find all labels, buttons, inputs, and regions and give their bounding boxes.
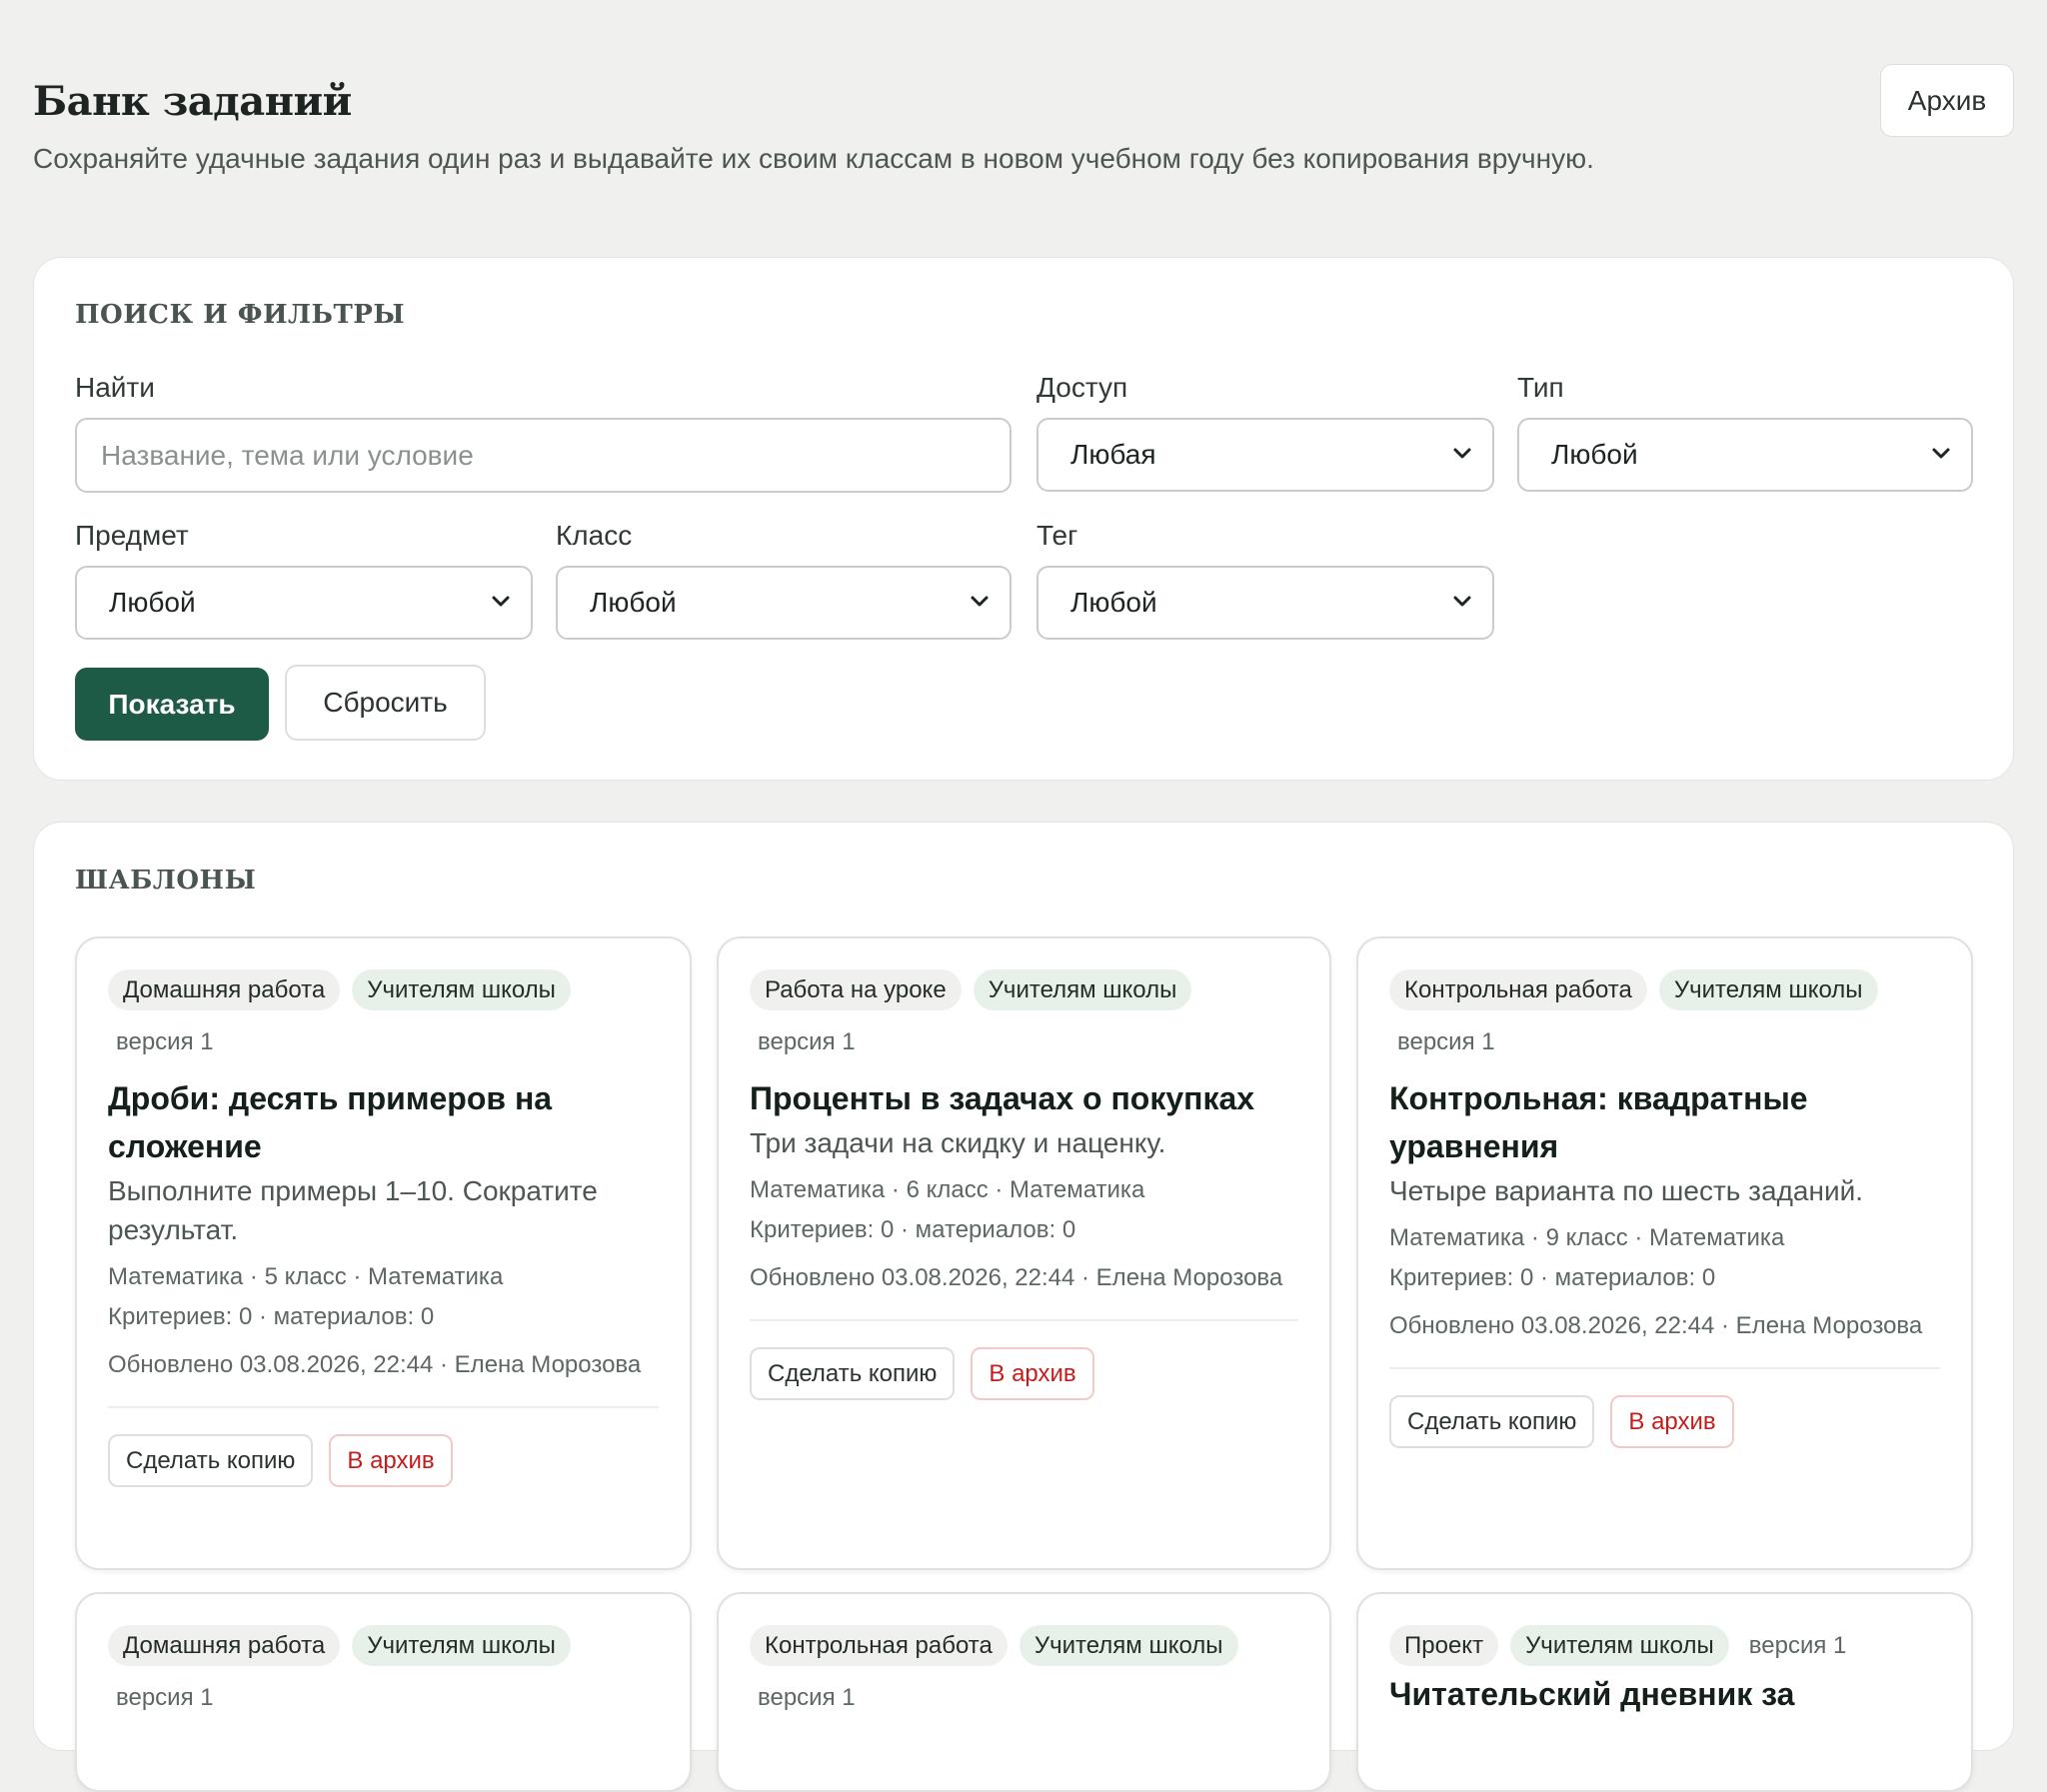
page-header: Банк заданий Сохраняйте удачные задания …	[33, 0, 2014, 255]
template-card: Домашняя работа Учителям школы версия 1	[75, 1592, 692, 1792]
access-tag: Учителям школы	[352, 1625, 571, 1666]
chevron-down-icon	[1453, 448, 1471, 459]
template-card: Домашняя работа Учителям школы версия 1 …	[75, 936, 692, 1570]
type-label: Тип	[1517, 372, 1564, 403]
archive-card-button[interactable]: В архив	[971, 1347, 1094, 1400]
page: Банк заданий Сохраняйте удачные задания …	[33, 0, 2014, 1792]
archive-button[interactable]: Архив	[1880, 64, 2014, 137]
card-tags: Контрольная работа Учителям школы версия…	[750, 1625, 1298, 1718]
archive-card-button[interactable]: В архив	[1610, 1395, 1734, 1448]
type-tag: Контрольная работа	[750, 1625, 1008, 1666]
type-select[interactable]: Любой	[1517, 418, 1973, 492]
subject-select-value: Любой	[109, 587, 196, 618]
type-tag: Контрольная работа	[1389, 969, 1647, 1010]
access-select-value: Любая	[1070, 439, 1156, 470]
card-meta: Математика · 6 класс · Математика	[750, 1176, 1145, 1203]
access-tag: Учителям школы	[352, 969, 571, 1010]
card-counts: Критериев: 0 · материалов: 0	[1389, 1264, 1716, 1291]
chevron-down-icon	[1932, 448, 1950, 459]
card-tags: Работа на уроке Учителям школы версия 1	[750, 969, 1298, 1062]
reset-button[interactable]: Сбросить	[285, 665, 486, 741]
card-counts: Критериев: 0 · материалов: 0	[108, 1303, 435, 1330]
card-tags: Домашняя работа Учителям школы версия 1	[108, 969, 659, 1062]
card-divider	[750, 1319, 1298, 1321]
card-title[interactable]: Проценты в задачах о покупках	[750, 1074, 1298, 1122]
card-title[interactable]: Контрольная: квадратные уравнения	[1389, 1074, 1940, 1170]
page-title: Банк заданий	[33, 78, 352, 125]
version-label: версия 1	[116, 1683, 214, 1711]
chevron-down-icon	[1453, 596, 1471, 607]
card-updated: Обновлено 03.08.2026, 22:44 · Елена Моро…	[750, 1264, 1283, 1291]
card-description: Четыре варианта по шесть заданий.	[1389, 1175, 1864, 1206]
access-tag: Учителям школы	[1019, 1625, 1238, 1666]
version-label: версия 1	[758, 1683, 856, 1711]
copy-button[interactable]: Сделать копию	[750, 1347, 956, 1400]
card-description: Выполните примеры 1–10. Сократите резуль…	[108, 1175, 598, 1245]
access-tag: Учителям школы	[973, 969, 1192, 1010]
card-actions: Сделать копию В архив	[1389, 1395, 1940, 1448]
version-label: версия 1	[116, 1027, 214, 1055]
copy-button[interactable]: Сделать копию	[1389, 1395, 1595, 1448]
access-tag: Учителям школы	[1658, 969, 1878, 1010]
card-divider	[108, 1406, 659, 1408]
template-card: Контрольная работа Учителям школы версия…	[717, 1592, 1331, 1792]
card-title[interactable]: Читательский дневник за	[1389, 1670, 1940, 1718]
card-tags: Домашняя работа Учителям школы версия 1	[108, 1625, 659, 1718]
grade-label: Класс	[556, 520, 633, 551]
card-updated: Обновлено 03.08.2026, 22:44 · Елена Моро…	[1389, 1312, 1923, 1339]
card-actions: Сделать копию В архив	[108, 1434, 659, 1487]
filters-panel: ПОИСК И ФИЛЬТРЫ Найти Доступ Любая Тип Л…	[33, 257, 2014, 781]
template-card: Проект Учителям школы версия 1 Читательс…	[1356, 1592, 1973, 1792]
search-label: Найти	[75, 372, 155, 403]
type-tag: Проект	[1389, 1625, 1499, 1666]
tag-select-value: Любой	[1070, 587, 1157, 618]
version-label: версия 1	[1397, 1027, 1495, 1055]
card-tags: Контрольная работа Учителям школы версия…	[1389, 969, 1940, 1062]
access-label: Доступ	[1036, 372, 1128, 403]
tag-label: Тег	[1036, 520, 1078, 551]
subject-label: Предмет	[75, 520, 189, 551]
card-meta: Математика · 9 класс · Математика	[1389, 1224, 1785, 1251]
access-select[interactable]: Любая	[1036, 418, 1494, 492]
card-title[interactable]: Дроби: десять примеров на сложение	[108, 1074, 659, 1170]
card-tags: Проект Учителям школы версия 1	[1389, 1625, 1940, 1666]
card-updated: Обновлено 03.08.2026, 22:44 · Елена Моро…	[108, 1351, 642, 1378]
search-input[interactable]	[75, 418, 1012, 493]
tag-select[interactable]: Любой	[1036, 566, 1494, 640]
copy-button[interactable]: Сделать копию	[108, 1434, 314, 1487]
type-tag: Работа на уроке	[750, 969, 962, 1010]
card-counts: Критериев: 0 · материалов: 0	[750, 1216, 1076, 1243]
chevron-down-icon	[971, 596, 989, 607]
type-tag: Домашняя работа	[108, 969, 341, 1010]
card-actions: Сделать копию В архив	[750, 1347, 1298, 1400]
card-divider	[1389, 1367, 1940, 1369]
show-button[interactable]: Показать	[75, 668, 269, 741]
page-subtitle: Сохраняйте удачные задания один раз и вы…	[33, 143, 1594, 174]
card-description: Три задачи на скидку и наценку.	[750, 1127, 1166, 1158]
access-tag: Учителям школы	[1510, 1625, 1729, 1666]
archive-card-button[interactable]: В архив	[329, 1434, 453, 1487]
templates-panel: ШАБЛОНЫ Домашняя работа Учителям школы в…	[33, 822, 2014, 1792]
grade-select-value: Любой	[590, 587, 677, 618]
templates-heading: ШАБЛОНЫ	[75, 866, 257, 896]
template-card: Работа на уроке Учителям школы версия 1 …	[717, 936, 1331, 1570]
grade-select[interactable]: Любой	[556, 566, 1012, 640]
card-meta: Математика · 5 класс · Математика	[108, 1263, 504, 1290]
version-label: версия 1	[758, 1027, 856, 1055]
chevron-down-icon	[492, 596, 510, 607]
type-select-value: Любой	[1551, 439, 1638, 470]
template-card: Контрольная работа Учителям школы версия…	[1356, 936, 1973, 1570]
version-label: версия 1	[1748, 1631, 1847, 1659]
filters-heading: ПОИСК И ФИЛЬТРЫ	[75, 300, 406, 330]
type-tag: Домашняя работа	[108, 1625, 341, 1666]
subject-select[interactable]: Любой	[75, 566, 533, 640]
